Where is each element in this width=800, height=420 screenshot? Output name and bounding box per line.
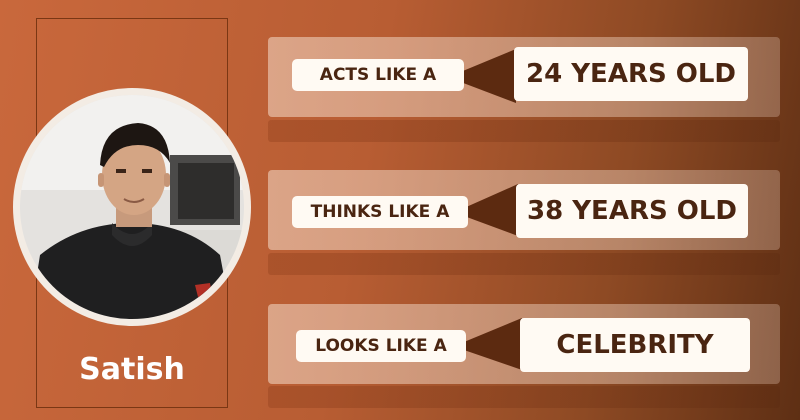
card-shadow [268,253,780,275]
trait-label: THINKS LIKE A [292,196,468,228]
trait-card-looks: LOOKS LIKE A CELEBRITY [268,304,780,384]
card-shadow [268,120,780,142]
profile-photo [20,95,244,319]
trait-value: 24 YEARS OLD [514,47,748,101]
card-shadow [268,386,780,408]
trait-card-acts: ACTS LIKE A 24 YEARS OLD [268,37,780,117]
trait-label: LOOKS LIKE A [296,330,466,362]
trait-label: ACTS LIKE A [292,59,464,91]
trait-value: CELEBRITY [520,318,750,372]
trait-card-thinks: THINKS LIKE A 38 YEARS OLD [268,170,780,250]
profile-name: Satish [79,352,185,387]
trait-value: 38 YEARS OLD [516,184,748,238]
avatar [13,88,251,326]
